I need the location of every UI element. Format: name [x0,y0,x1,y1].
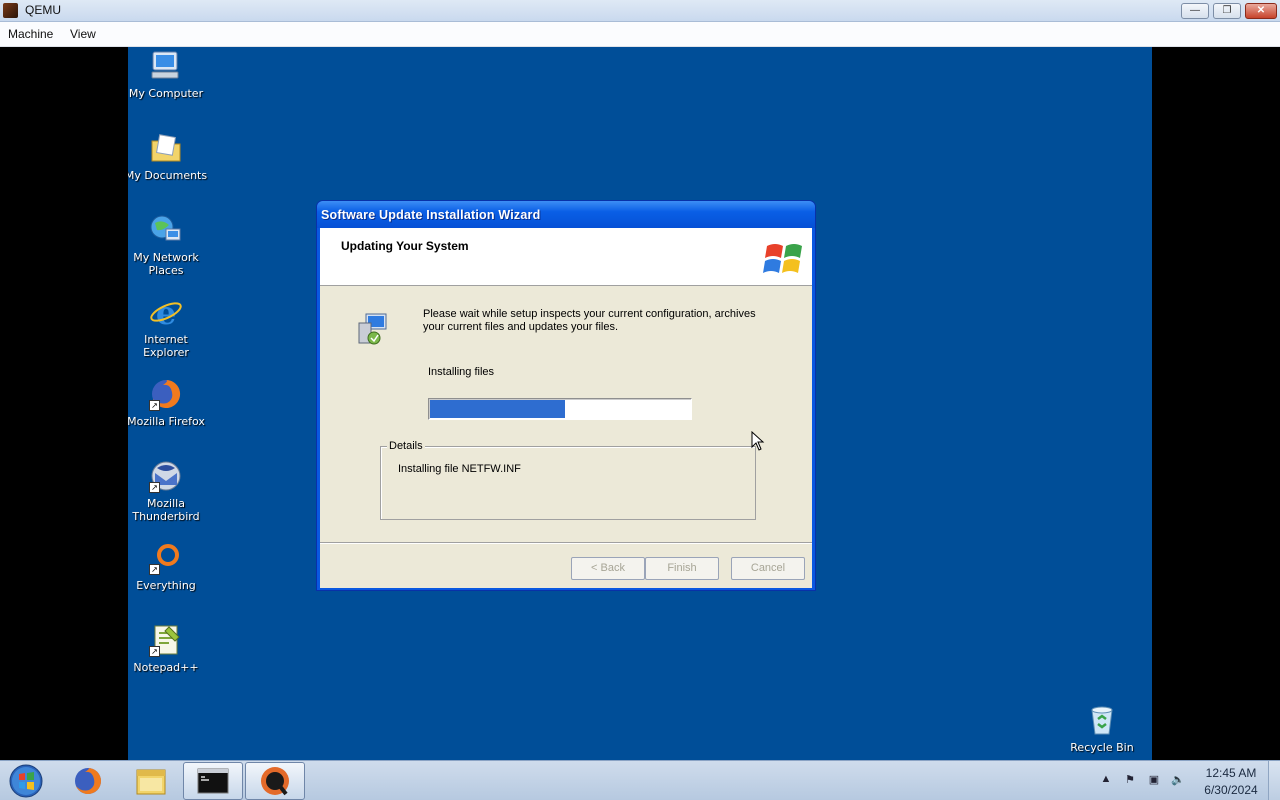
details-legend: Details [387,440,425,452]
qemu-icon [261,767,289,796]
thunderbird-icon: ↗ [149,459,183,493]
windows-logo-icon [763,244,802,273]
close-button[interactable]: ✕ [1245,3,1277,19]
notepad-plus-plus-icon: ↗ [149,623,183,657]
internet-explorer-icon: e [149,294,183,332]
progress-label: Installing files [428,366,495,378]
minimize-button[interactable]: — [1181,3,1209,19]
shortcut-arrow-icon: ↗ [149,564,160,575]
wizard-message: Please wait while setup inspects your cu… [423,308,756,333]
restore-button[interactable]: ❐ [1213,3,1241,19]
taskbar-file-explorer-button[interactable] [121,762,181,800]
desktop-icon-thunderbird[interactable]: ↗ Mozilla Thunderbird [128,459,208,523]
qemu-menubar: Machine View [0,22,1280,47]
back-button[interactable]: < Back [571,557,645,580]
desktop-icon-my-network-places[interactable]: My Network Places [128,213,208,277]
action-center-flag-icon[interactable]: ⚑ [1122,773,1138,789]
recycle-bin-icon [1085,703,1119,737]
window-title: QEMU [25,3,61,17]
shortcut-arrow-icon: ↗ [149,482,160,493]
network-icon[interactable]: ▣ [1146,773,1162,789]
dialog-body: Updating Your System Please wait while s… [320,228,812,588]
start-orb-icon[interactable] [6,763,46,799]
desktop-icon-label: Mozilla Firefox [128,415,205,428]
desktop-icon-firefox[interactable]: ↗ Mozilla Firefox [128,377,208,428]
taskbar: ▲ ⚑ ▣ 🔈 12:45 AM 6/30/2024 [0,760,1280,800]
desktop-icon-my-computer[interactable]: My Computer [128,49,208,100]
taskbar-qemu-button[interactable] [245,762,305,800]
desktop-icon-label: Notepad++ [133,661,199,674]
cancel-button[interactable]: Cancel [731,557,805,580]
wizard-heading: Updating Your System [341,239,469,253]
my-computer-icon [149,49,183,83]
clock-date[interactable]: 6/30/2024 [1198,783,1264,797]
file-explorer-icon [136,769,166,795]
button-separator [320,542,812,544]
desktop-icon-everything[interactable]: ↗ Everything [128,541,208,592]
dialog-titlebar[interactable]: Software Update Installation Wizard [317,201,815,228]
wizard-header: Updating Your System [320,228,812,286]
shortcut-arrow-icon: ↗ [149,400,160,411]
desktop-icon-label: Mozilla Thunderbird [132,497,200,523]
desktop-icon-internet-explorer[interactable]: e Internet Explorer [128,294,208,359]
desktop-icon-label: My Computer [128,87,204,100]
firefox-icon: ↗ [149,377,183,411]
desktop-icon-label: My Documents [128,169,208,182]
installation-wizard-dialog: Software Update Installation Wizard Upda… [316,200,816,591]
guest-desktop: My Computer My Documents My Network Plac… [128,47,1152,760]
command-prompt-icon [197,768,229,794]
qemu-titlebar: QEMU — ❐ ✕ [0,0,1280,22]
clock-time[interactable]: 12:45 AM [1200,766,1262,780]
progress-fill [430,400,566,418]
taskbar-firefox-button[interactable] [58,762,118,800]
qemu-app-icon [3,3,18,18]
firefox-icon [75,768,101,794]
volume-muted-icon[interactable]: 🔈 [1170,773,1186,789]
desktop-icon-label: My Network Places [133,251,199,277]
mouse-cursor-icon [751,431,765,451]
shortcut-arrow-icon: ↗ [149,646,160,657]
my-documents-icon [149,131,183,165]
menu-machine[interactable]: Machine [8,27,53,41]
desktop-icon-label: Everything [136,579,196,592]
installation-progress-bar [428,398,692,420]
setup-computer-icon [358,313,387,345]
show-hidden-icons-icon[interactable]: ▲ [1098,773,1114,789]
desktop-icon-label: Recycle Bin [1070,741,1134,754]
dialog-title: Software Update Installation Wizard [321,208,541,222]
taskbar-command-prompt-button[interactable] [183,762,243,800]
desktop-icon-my-documents[interactable]: My Documents [128,131,208,182]
desktop-icon-recycle-bin[interactable]: Recycle Bin [1060,703,1144,754]
my-network-places-icon [149,213,183,247]
finish-button[interactable]: Finish [645,557,719,580]
desktop-icon-label: Internet Explorer [143,333,189,359]
details-groupbox: Details Installing file NETFW.INF [380,440,756,520]
desktop-icon-notepad-plus-plus[interactable]: ↗ Notepad++ [128,623,208,674]
svg-text:e: e [156,295,176,329]
details-text: Installing file NETFW.INF [398,463,521,475]
menu-view[interactable]: View [70,27,96,41]
everything-search-icon: ↗ [149,541,183,575]
show-desktop-button[interactable] [1268,761,1280,800]
